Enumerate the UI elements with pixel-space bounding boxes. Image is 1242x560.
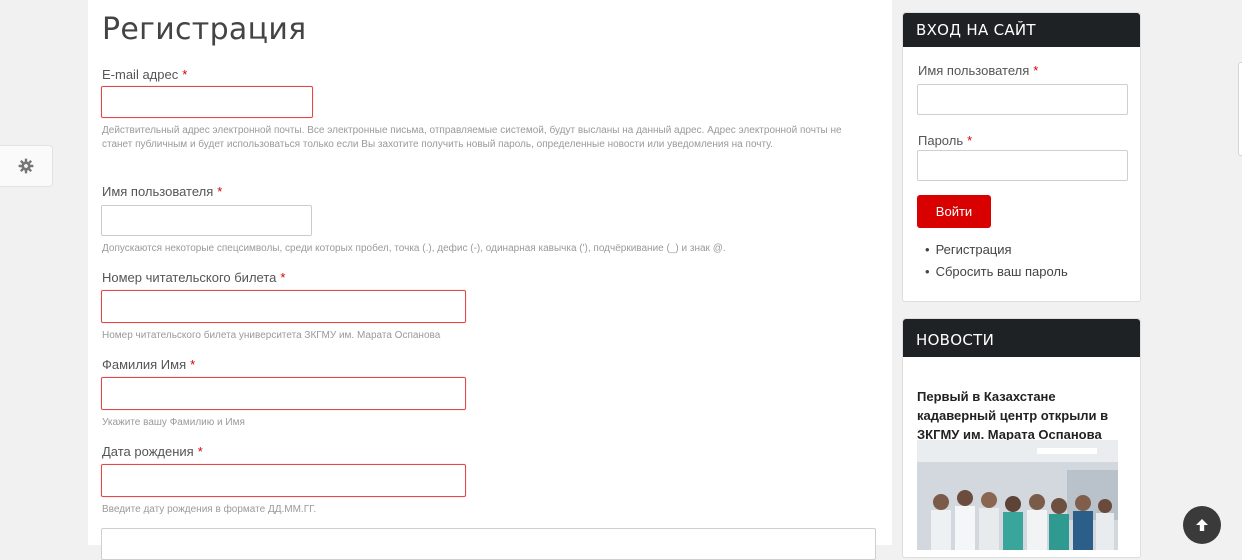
next-field-textarea[interactable]: [101, 528, 876, 560]
required-mark: *: [280, 270, 286, 285]
fullname-help: Укажите вашу Фамилию и Имя: [102, 417, 245, 428]
login-block: ВХОД НА САЙТ Имя пользователя * Пароль * В…: [902, 12, 1141, 302]
register-link[interactable]: Регистрация: [925, 242, 1012, 257]
required-mark: *: [197, 444, 203, 459]
fullname-label: Фамилия Имя *: [102, 357, 195, 372]
scroll-top-button[interactable]: [1183, 506, 1221, 544]
required-mark: *: [217, 184, 223, 199]
required-mark: *: [182, 67, 188, 82]
fullname-field[interactable]: [101, 377, 466, 410]
username-label-text: Имя пользователя: [102, 184, 214, 199]
news-block-title: НОВОСТИ: [903, 319, 1140, 357]
login-password-label-text: Пароль: [918, 133, 964, 148]
arrow-up-icon: [1196, 519, 1208, 531]
fullname-label-text: Фамилия Имя: [102, 357, 187, 372]
login-username-label: Имя пользователя *: [918, 63, 1038, 78]
email-field[interactable]: [101, 86, 313, 118]
page-title: Регистрация: [102, 12, 307, 47]
side-panel-edge[interactable]: [1238, 62, 1242, 156]
gear-icon: [18, 158, 34, 174]
ticket-help: Номер читательского билета университета …: [102, 330, 441, 341]
username-label: Имя пользователя *: [102, 184, 222, 199]
news-block: НОВОСТИ Первый в Казахстане кадаверный ц…: [902, 318, 1141, 558]
news-item-image[interactable]: [917, 440, 1118, 550]
birthdate-label: Дата рождения *: [102, 444, 203, 459]
ticket-label-text: Номер читательского билета: [102, 270, 277, 285]
birthdate-field[interactable]: [101, 464, 466, 497]
reset-password-link[interactable]: Сбросить ваш пароль: [925, 264, 1068, 279]
settings-toggle[interactable]: [0, 145, 53, 187]
email-help: Действительный адрес электронной почты. …: [102, 125, 842, 150]
email-label: E-mail адрес *: [102, 67, 187, 82]
ticket-label: Номер читательского билета *: [102, 270, 285, 285]
login-username-input[interactable]: [917, 84, 1128, 115]
login-password-label: Пароль *: [918, 133, 972, 148]
login-username-label-text: Имя пользователя: [918, 63, 1030, 78]
username-field[interactable]: [101, 205, 312, 236]
birthdate-label-text: Дата рождения: [102, 444, 194, 459]
news-item-title[interactable]: Первый в Казахстане кадаверный центр отк…: [917, 387, 1132, 444]
birthdate-help: Введите дату рождения в формате ДД.ММ.ГГ…: [102, 504, 317, 515]
login-block-title: ВХОД НА САЙТ: [903, 13, 1140, 47]
ticket-number-field[interactable]: [101, 290, 466, 323]
required-mark: *: [190, 357, 196, 372]
login-password-input[interactable]: [917, 150, 1128, 181]
email-label-text: E-mail адрес: [102, 67, 179, 82]
username-help: Допускаются некоторые спецсимволы, среди…: [102, 243, 726, 254]
required-mark: *: [1033, 63, 1039, 78]
required-mark: *: [967, 133, 973, 148]
login-button[interactable]: Войти: [917, 195, 991, 228]
news-photo-illustration: [917, 440, 1118, 550]
